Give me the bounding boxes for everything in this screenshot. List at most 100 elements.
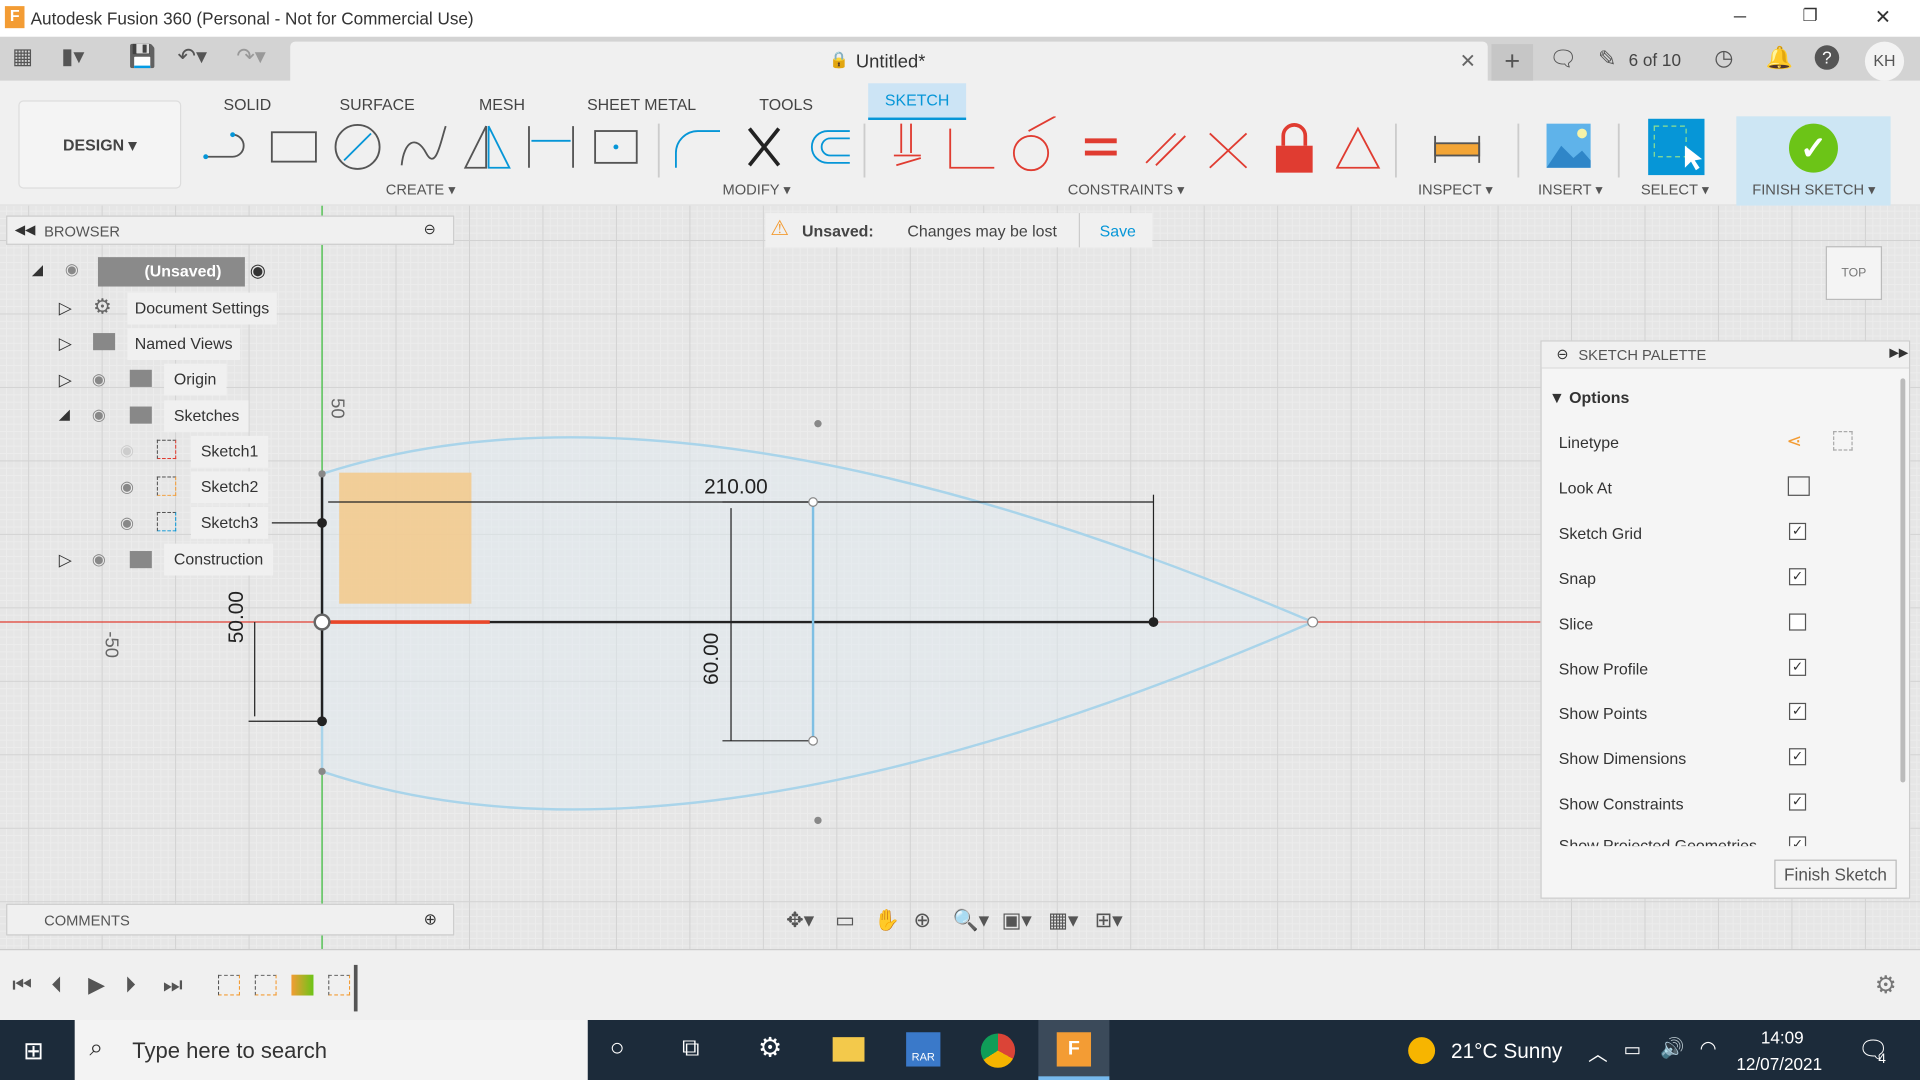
browser-item-sketch3[interactable]: Sketch3 [191,506,269,539]
taskbar-search-box[interactable]: ⌕ Type here to search [74,1020,588,1080]
snap-checkbox[interactable]: ✓ [1788,568,1807,586]
visibility-eye-icon[interactable]: ◉ [120,513,134,533]
cortana-icon[interactable]: ○ [610,1035,625,1063]
go-to-start-icon[interactable]: ⏮ [12,972,32,998]
zoom-icon[interactable]: ⊕ [913,909,930,933]
winrar-icon[interactable]: RAR [906,1032,941,1067]
palette-row-sketch-grid: Sketch Grid [1558,524,1642,543]
timeline-settings-gear-icon[interactable]: ⚙ [1875,970,1897,1001]
browser-item-sketch2[interactable]: Sketch2 [191,471,269,504]
battery-icon[interactable]: ▭ [1624,1038,1641,1061]
save-link[interactable]: Save [1100,222,1136,240]
root-component[interactable]: (Unsaved) [97,257,245,287]
show-constraints-checkbox[interactable]: ✓ [1788,793,1807,811]
browser-item-origin[interactable]: Origin [164,363,227,396]
task-view-icon[interactable]: ⧉ [682,1035,699,1063]
divider [1078,213,1081,248]
timeline: ⏮ ⏴ ▶ ⏵ ⏭ ⚙ [0,948,1920,1021]
palette-row-show-dimensions: Show Dimensions [1558,749,1687,768]
palette-row-show-profile: Show Profile [1558,660,1649,679]
settings-app-icon[interactable]: ⚙ [758,1032,782,1064]
palette-row-show-constraints: Show Constraints [1558,794,1684,814]
palette-title: SKETCH PALETTE [1578,346,1707,364]
show-projected-checkbox[interactable]: ✓ [1788,836,1807,847]
profile-region[interactable] [339,472,472,604]
comments-panel: COMMENTS ⊕ [6,903,455,936]
fusion-app-icon: F [1056,1032,1092,1067]
activate-radio-icon[interactable]: ◉ [250,260,266,282]
hidden-eye-icon[interactable]: ◉ [120,441,134,461]
show-points-checkbox[interactable]: ✓ [1788,702,1807,721]
play-icon[interactable]: ▶ [88,972,105,998]
palette-row-look-at: Look At [1558,478,1612,498]
root-expand-icon[interactable]: ◢ [32,261,43,278]
palette-scrollbar[interactable] [1900,378,1906,783]
show-profile-checkbox[interactable]: ✓ [1788,658,1807,676]
comments-title: COMMENTS [44,912,130,930]
orbit-icon[interactable]: ✥▾ [786,909,814,933]
clock-date[interactable]: 12/07/2021 [1736,1054,1822,1074]
viewports-icon[interactable]: ⊞▾ [1095,909,1123,933]
browser-item-sketches[interactable]: Sketches [164,400,250,433]
visibility-eye-icon[interactable]: ◉ [92,370,106,390]
tray-chevron-icon[interactable]: ︿ [1588,1037,1608,1066]
browser-item-named-views[interactable]: Named Views [127,328,240,361]
fusion-taskbar-button[interactable]: F [1038,1020,1110,1080]
unsaved-message: Changes may be lost [907,221,1057,241]
construction-linetype-icon[interactable]: ⋖ [1787,430,1802,452]
file-explorer-icon[interactable] [832,1037,865,1062]
viewcube[interactable]: TOP [1825,246,1883,301]
clock-time[interactable]: 14:09 [1761,1027,1804,1047]
browser-item-construction[interactable]: Construction [164,543,274,576]
collapse-arrow-icon[interactable]: ◢ [59,405,70,422]
clipped-row: Show Projected Geometries ✓ [1542,831,1897,847]
timeline-sketch-feature[interactable] [254,974,277,996]
add-comment-icon[interactable]: ⊕ [424,910,437,930]
grid-settings-icon[interactable]: ▦▾ [1048,909,1078,933]
dimension-length[interactable]: 210.00 [704,475,768,499]
visibility-eye-icon[interactable]: ◉ [92,405,106,425]
expand-arrow-icon[interactable]: ▷ [59,370,72,391]
browser-minimize-icon[interactable]: ⊖ [424,220,436,237]
palette-minimize-icon[interactable]: ⊖ [1556,345,1568,362]
palette-expand-icon[interactable]: ▶▶ [1889,347,1908,360]
visibility-eye-icon[interactable]: ◉ [120,478,134,498]
weather-text[interactable]: 21°C Sunny [1451,1040,1562,1064]
slice-checkbox[interactable] [1788,613,1807,631]
weather-sun-icon[interactable] [1408,1037,1436,1065]
expand-arrow-icon[interactable]: ▷ [59,298,72,319]
fit-zoom-icon[interactable]: 🔍▾ [953,909,989,933]
centerline-linetype-icon[interactable] [1833,431,1853,451]
wifi-icon[interactable]: ◠ [1700,1036,1717,1060]
windows-start-icon[interactable]: ⊞ [23,1036,44,1067]
palette-finish-sketch-button[interactable]: Finish Sketch [1774,859,1897,889]
expand-arrow-icon[interactable]: ▷ [59,550,72,571]
dimension-height[interactable]: 60.00 [700,633,724,685]
look-at-nav-icon[interactable]: ▭ [835,909,855,933]
step-forward-icon[interactable]: ⏵ [125,972,136,998]
timeline-marker[interactable] [353,964,358,1012]
pan-hand-icon[interactable]: ✋ [874,909,900,933]
timeline-sketch-feature[interactable] [217,974,241,996]
visibility-eye-icon[interactable]: ◉ [92,550,106,570]
palette-row-show-points: Show Points [1558,704,1648,723]
search-icon: ⌕ [89,1034,104,1062]
go-to-end-icon[interactable]: ⏭ [163,972,183,998]
show-dimensions-checkbox[interactable]: ✓ [1788,748,1807,766]
sketch-grid-checkbox[interactable]: ✓ [1788,522,1807,541]
chrome-icon[interactable] [980,1033,1016,1068]
visibility-eye-icon[interactable]: ◉ [65,260,79,280]
options-section-toggle[interactable]: ▼ Options [1549,388,1629,406]
look-at-icon[interactable] [1787,476,1810,496]
browser-item-document-settings[interactable]: Document Settings [127,292,277,325]
navigation-bar: ✥▾ ▭ ✋ ⊕ 🔍▾ ▣▾ ▦▾ ⊞▾ [779,906,1137,938]
timeline-loft-feature[interactable] [291,974,314,996]
volume-icon[interactable]: 🔊 [1660,1036,1684,1060]
expand-arrow-icon[interactable]: ▷ [59,333,72,354]
display-settings-icon[interactable]: ▣▾ [1002,909,1032,933]
timeline-sketch-feature[interactable] [328,974,351,996]
dimension-offset[interactable]: 50.00 [224,591,248,643]
collapse-browser-icon[interactable]: ◀◀ [15,222,36,238]
step-back-icon[interactable]: ⏴ [51,972,62,998]
browser-item-sketch1[interactable]: Sketch1 [191,435,269,468]
